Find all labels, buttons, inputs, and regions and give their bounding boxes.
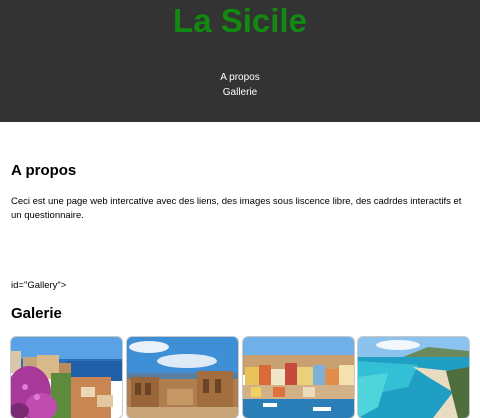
nav-link-gallery[interactable]: Gallerie bbox=[0, 85, 480, 100]
site-header: La Sicile A propos Gallerie bbox=[0, 0, 480, 122]
stray-markup-text: id="Gallery"> bbox=[11, 280, 67, 291]
gallery-image-beach-bay[interactable] bbox=[358, 337, 469, 418]
gallery-image-theatre-ruins[interactable] bbox=[127, 337, 238, 418]
about-heading: A propos bbox=[11, 162, 77, 179]
main-nav: A propos Gallerie bbox=[0, 70, 480, 100]
gallery-image-coastal-village[interactable] bbox=[11, 337, 122, 418]
about-paragraph: Ceci est une page web intercative avec d… bbox=[11, 196, 462, 221]
gallery-image-harbor-town[interactable] bbox=[243, 337, 354, 418]
nav-link-about[interactable]: A propos bbox=[0, 70, 480, 85]
site-title: La Sicile bbox=[173, 2, 307, 39]
gallery-heading: Galerie bbox=[11, 305, 62, 322]
